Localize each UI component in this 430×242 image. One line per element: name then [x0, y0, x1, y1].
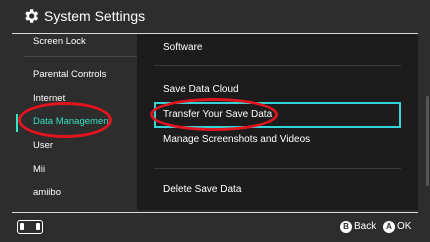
sidebar-divider — [24, 56, 137, 57]
footer-bar: B Back A OK — [0, 213, 430, 242]
sidebar-item-mii[interactable]: Mii — [33, 164, 45, 175]
sidebar-item-screen-lock[interactable]: Screen Lock — [33, 36, 86, 47]
annotation-circle-option — [150, 98, 278, 131]
option-software[interactable]: Software — [163, 42, 202, 53]
page-title: System Settings — [44, 8, 146, 24]
joycon-controller-icon — [17, 220, 43, 234]
header-bar: System Settings — [0, 0, 430, 33]
option-manage-screenshots[interactable]: Manage Screenshots and Videos — [163, 134, 310, 145]
sidebar-item-parental-controls[interactable]: Parental Controls — [33, 69, 106, 80]
gear-icon — [25, 9, 39, 23]
sidebar-item-user[interactable]: User — [33, 140, 53, 151]
option-save-data-cloud[interactable]: Save Data Cloud — [163, 84, 239, 95]
b-button-icon: B — [340, 221, 352, 233]
sidebar-item-amiibo[interactable]: amiibo — [33, 187, 61, 198]
option-divider — [154, 65, 401, 66]
back-button[interactable]: Back — [354, 221, 376, 232]
a-button-icon: A — [383, 221, 395, 233]
option-delete-save-data[interactable]: Delete Save Data — [163, 184, 241, 195]
option-divider — [154, 168, 401, 169]
annotation-circle-sidebar — [18, 102, 112, 138]
ok-button[interactable]: OK — [397, 221, 411, 232]
scrollbar[interactable] — [426, 96, 429, 186]
